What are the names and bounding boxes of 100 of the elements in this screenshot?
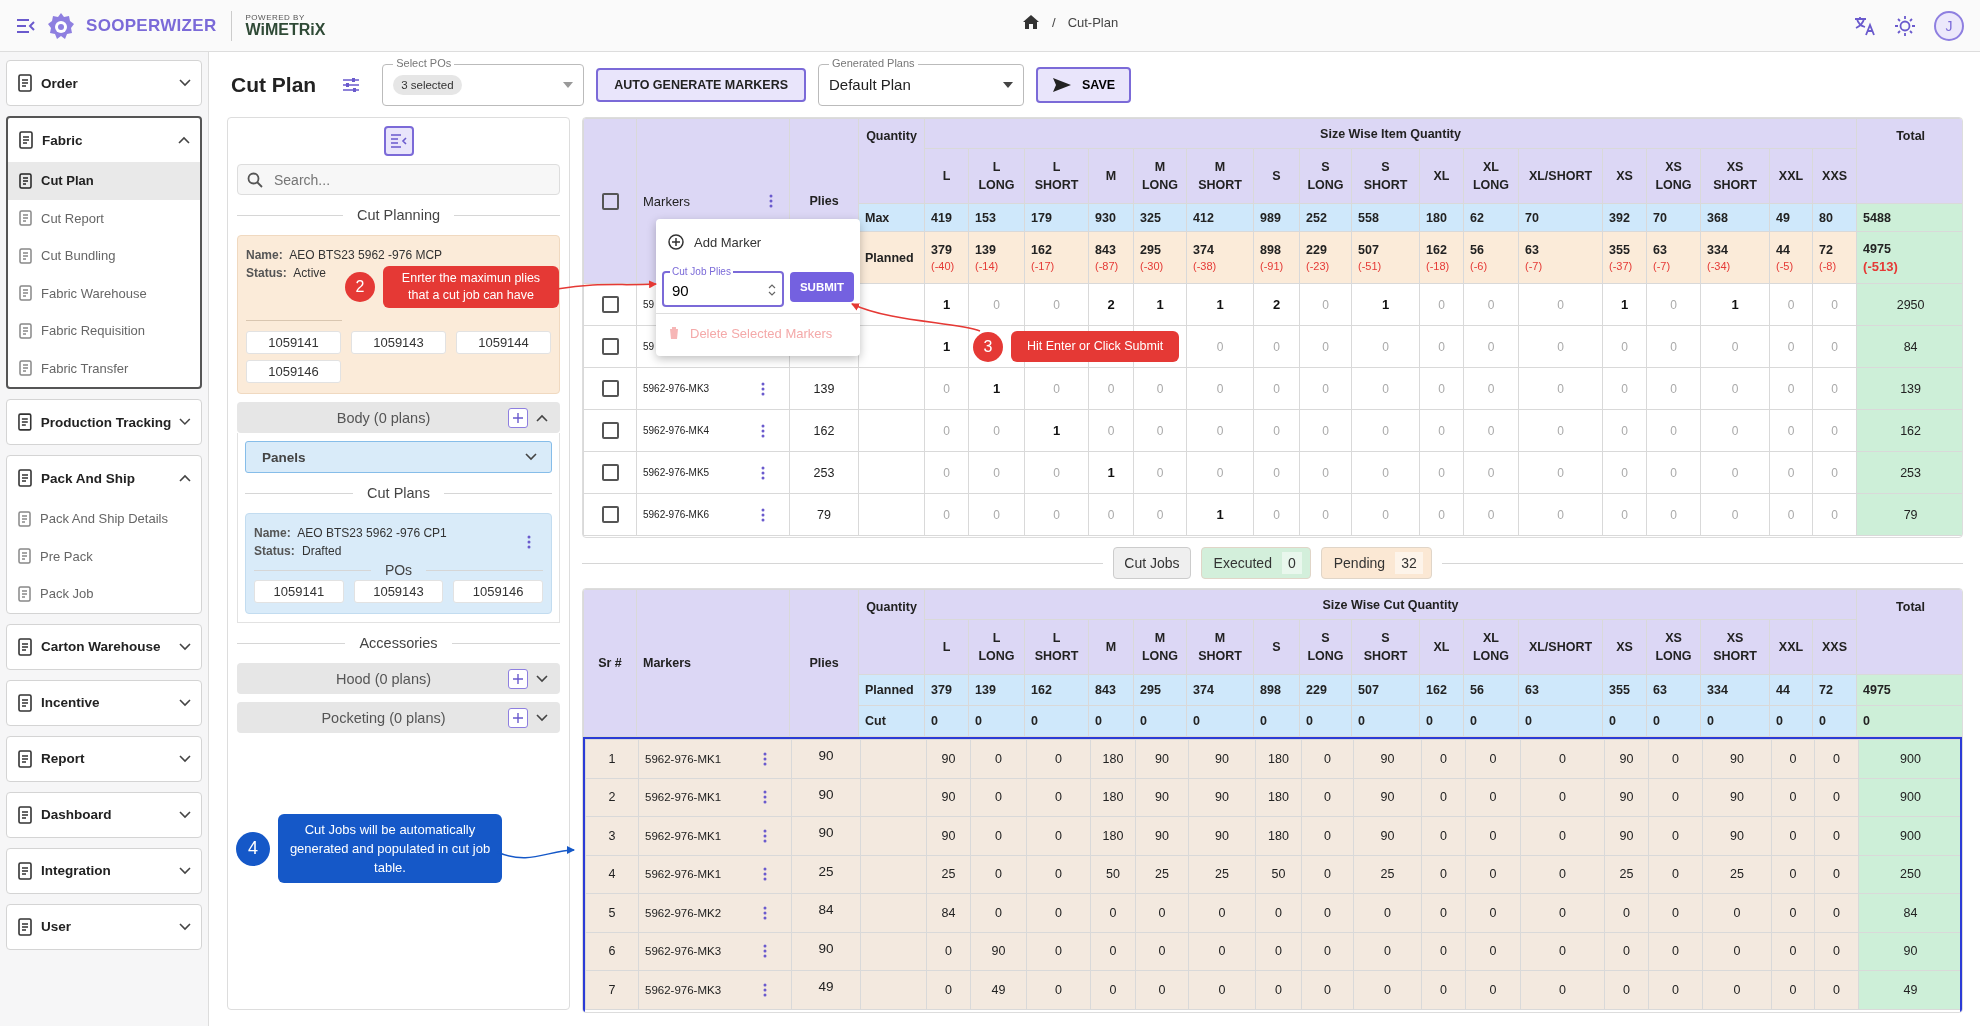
nav-group-header[interactable]: Integration [7, 848, 201, 893]
table-cell: 90 [926, 739, 971, 778]
nav-group-header[interactable]: Carton Warehouse [7, 624, 201, 669]
plies-field[interactable]: Cut Job Plies 90 [662, 267, 784, 307]
kebab-menu-icon[interactable] [763, 751, 767, 766]
accordion-header[interactable]: Pocketing (0 plans) [237, 702, 560, 733]
collapse-panel-button[interactable] [383, 126, 414, 156]
document-icon [18, 172, 33, 189]
difference-value: (-37) [1609, 260, 1634, 272]
document-icon [18, 210, 33, 227]
select-all-checkbox[interactable] [601, 192, 619, 210]
chevron-icon [525, 453, 537, 461]
save-button[interactable]: SAVE [1036, 66, 1132, 103]
nav-group-header[interactable]: Pack And Ship [7, 456, 201, 500]
table-cell: 1 [1186, 283, 1254, 326]
table-cell: 0 [1090, 893, 1136, 932]
table-cell: 0 [1133, 409, 1187, 452]
search-field[interactable]: Search... [237, 164, 560, 195]
nav-group-header[interactable]: Production Tracking [7, 400, 201, 444]
table-cell: 0 [1188, 893, 1256, 932]
number-input[interactable]: 90 [670, 280, 734, 300]
table-cell: 90 [1188, 816, 1256, 855]
accordion-header[interactable]: Body (0 plans) [237, 402, 560, 433]
row-checkbox[interactable] [601, 422, 619, 439]
table-cell: 90 [791, 816, 861, 855]
difference-value: (-23) [1306, 260, 1331, 272]
table-cell: 0 [1812, 493, 1857, 536]
nav-item[interactable]: Pre Pack [7, 537, 201, 575]
kebab-menu-icon[interactable] [763, 982, 767, 997]
table-cell: 90 [1604, 739, 1649, 778]
row-checkbox[interactable] [601, 338, 619, 355]
callout-note: Hit Enter or Click Submit [1011, 331, 1180, 362]
kebab-menu-icon[interactable] [763, 944, 767, 959]
auto-generate-button[interactable]: AUTO GENERATE MARKERS [596, 67, 807, 102]
document-icon [17, 917, 33, 936]
table-cell: 253 [1856, 451, 1962, 494]
menu-collapse-icon[interactable] [16, 17, 36, 34]
nav-group-header[interactable]: Incentive [7, 680, 201, 725]
kebab-menu-icon[interactable] [761, 465, 765, 480]
spinner-icon[interactable] [767, 283, 776, 297]
user-avatar[interactable]: J [1934, 10, 1964, 41]
nav-group-header[interactable]: Report [7, 736, 201, 781]
nav-item[interactable]: Cut Plan [8, 162, 200, 200]
row-label: Planned [858, 231, 925, 284]
nav-item[interactable]: Cut Report [8, 199, 200, 237]
summary-value: 334 [1700, 674, 1770, 706]
table-cell: 0 [1299, 367, 1352, 410]
breadcrumb-link[interactable]: Cut-Plan [1067, 14, 1119, 30]
summary-value: 70 [1525, 210, 1540, 225]
cut-jobs-button[interactable]: Cut Jobs [1113, 547, 1191, 579]
home-icon[interactable] [1022, 14, 1040, 30]
table-cell: 0 [1419, 325, 1464, 368]
translate-icon[interactable] [1854, 15, 1876, 36]
kebab-menu-icon[interactable] [527, 535, 531, 549]
row-checkbox[interactable] [601, 464, 619, 481]
nav-item[interactable]: Pack Job [7, 575, 201, 613]
table-cell: 0 [1602, 325, 1647, 368]
table-cell: 0 [924, 409, 969, 452]
table-cell: 0 [1188, 970, 1256, 1009]
caret-icon [563, 81, 574, 88]
row-checkbox[interactable] [601, 380, 619, 397]
submit-button[interactable]: SUBMIT [789, 272, 854, 302]
kebab-menu-icon[interactable] [761, 423, 765, 438]
marker-name: 5962-976-MK1 [645, 829, 722, 842]
difference-value: (-7) [1653, 260, 1672, 272]
step-badge: 3 [973, 331, 1003, 362]
table-cell: 0 [1135, 932, 1189, 971]
kebab-menu-icon[interactable] [769, 194, 773, 208]
nav-group-header[interactable]: Order [7, 61, 201, 105]
add-button[interactable] [508, 668, 528, 689]
accordion-header[interactable]: Hood (0 plans) [237, 663, 560, 694]
summary-value: 930 [1095, 210, 1117, 225]
nav-item[interactable]: Fabric Transfer [8, 349, 200, 387]
table-cell: 0 [1769, 283, 1813, 326]
kebab-menu-icon[interactable] [761, 507, 765, 522]
panels-dropdown[interactable]: Panels [245, 441, 552, 473]
sliders-icon[interactable] [342, 76, 361, 93]
add-button[interactable] [508, 407, 528, 428]
nav-item[interactable]: Cut Bundling [8, 237, 200, 275]
add-button[interactable] [508, 707, 528, 728]
kebab-menu-icon[interactable] [763, 867, 767, 882]
nav-item[interactable]: Pack And Ship Details [7, 500, 201, 538]
sun-icon[interactable] [1894, 14, 1916, 37]
kebab-menu-icon[interactable] [763, 905, 767, 920]
nav-group-header[interactable]: Fabric [8, 118, 200, 162]
table-cell: 0 [1465, 970, 1521, 1009]
nav-item[interactable]: Fabric Requisition [8, 312, 200, 350]
kebab-menu-icon[interactable] [761, 381, 765, 396]
nav-group-header[interactable]: Dashboard [7, 792, 201, 837]
table-cell: 25 [1702, 855, 1772, 894]
accordion-title: Hood (0 plans) [334, 670, 433, 687]
kebab-menu-icon[interactable] [763, 790, 767, 805]
row-checkbox[interactable] [601, 296, 619, 313]
kebab-menu-icon[interactable] [763, 828, 767, 843]
nav-group-header[interactable]: User [7, 904, 201, 949]
table-cell: 0 [1518, 409, 1603, 452]
nav-item[interactable]: Fabric Warehouse [8, 274, 200, 312]
row-checkbox[interactable] [601, 506, 619, 523]
table-cell: 1 [1133, 283, 1187, 326]
table-cell: 0 [1812, 325, 1857, 368]
